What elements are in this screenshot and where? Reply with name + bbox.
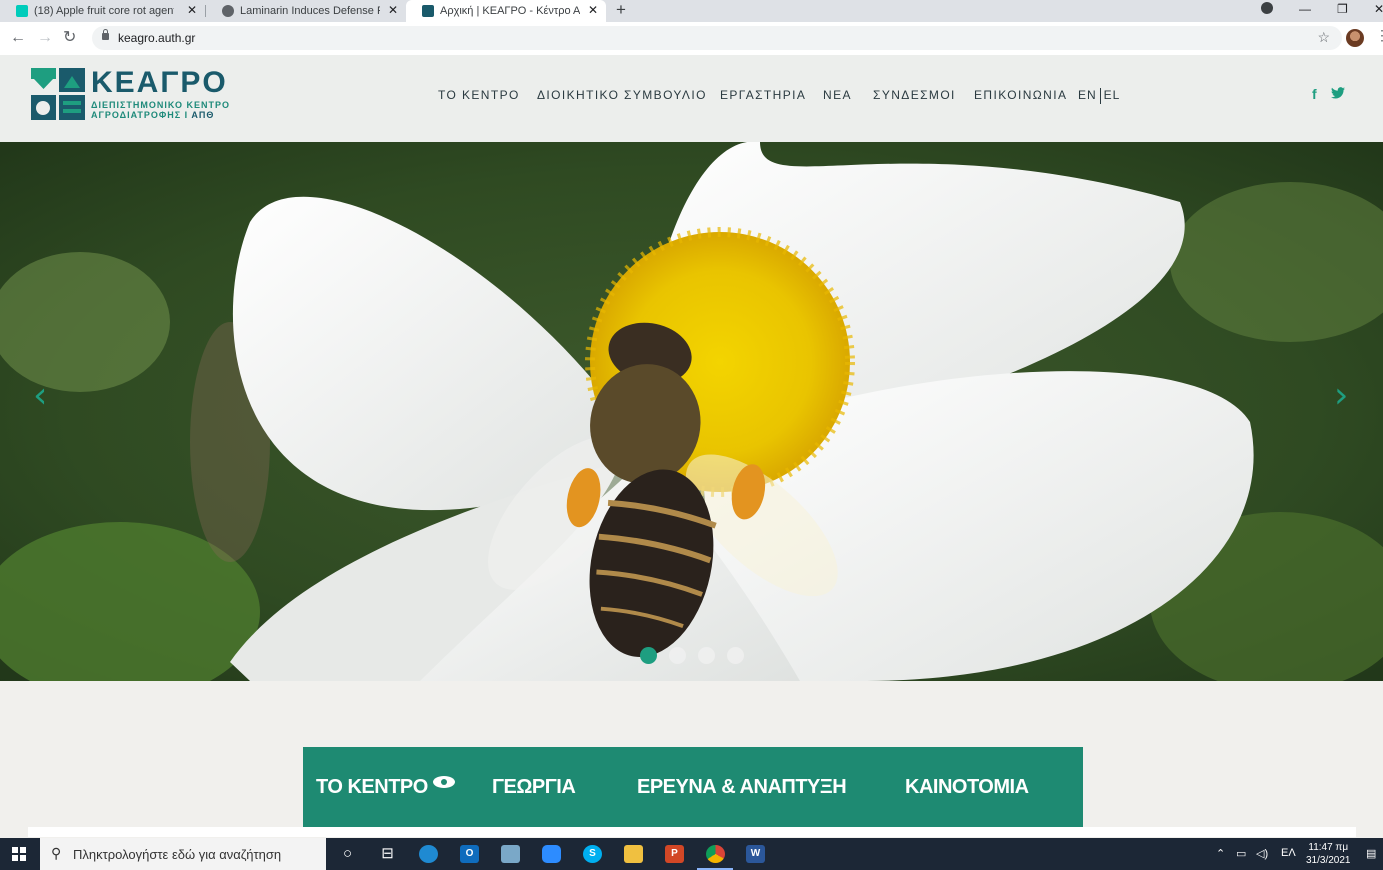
content-panel-top bbox=[28, 827, 1356, 837]
avatar[interactable] bbox=[1346, 29, 1364, 47]
carousel-next-arrow-icon[interactable]: › bbox=[1334, 376, 1348, 416]
nav-item-links[interactable]: ΣΥΝΔΕΣΜΟΙ bbox=[873, 88, 956, 102]
band-item-research[interactable]: ΕΡΕΥΝΑ & ΑΝΑΠΤΥΞΗ bbox=[637, 776, 847, 799]
researchgate-icon bbox=[16, 5, 28, 17]
zoom-icon[interactable] bbox=[542, 845, 561, 863]
close-tab-icon[interactable]: ✕ bbox=[588, 3, 598, 17]
tab-title: Laminarin Induces Defense Resp bbox=[240, 5, 380, 17]
profile-menu-icon[interactable] bbox=[1261, 2, 1273, 14]
edge-icon[interactable] bbox=[419, 845, 438, 863]
word-icon[interactable]: W bbox=[746, 845, 765, 863]
keagro-logo-mark-icon bbox=[31, 68, 85, 120]
task-view-icon[interactable]: ⊟ bbox=[378, 845, 397, 863]
chrome-icon[interactable] bbox=[706, 845, 725, 863]
new-tab-button[interactable]: + bbox=[616, 0, 626, 20]
url-text[interactable]: keagro.auth.gr bbox=[118, 31, 195, 45]
skype-icon[interactable]: S bbox=[583, 845, 602, 863]
network-icon[interactable]: ▭ bbox=[1236, 847, 1246, 860]
logo-title: ΚΕΑΓΡΟ bbox=[91, 66, 228, 99]
lock-icon bbox=[102, 29, 109, 40]
clock-date: 31/3/2021 bbox=[1306, 855, 1351, 866]
powerpoint-icon[interactable]: P bbox=[665, 845, 684, 863]
tab-title: (18) Apple fruit core rot agents in bbox=[34, 5, 174, 17]
close-tab-icon[interactable]: ✕ bbox=[187, 3, 197, 17]
nav-item-center[interactable]: ΤΟ ΚΕΝΤΡΟ bbox=[438, 88, 520, 102]
hero-image-flower-bee bbox=[0, 142, 1383, 681]
nav-item-labs[interactable]: ΕΡΓΑΣΤΗΡΙΑ bbox=[720, 88, 806, 102]
eye-icon[interactable] bbox=[433, 776, 455, 788]
address-bar[interactable]: keagro.auth.gr ☆ bbox=[92, 26, 1342, 50]
taskbar-search-input[interactable]: ⚲ Πληκτρολογήστε εδώ για αναζήτηση bbox=[40, 838, 326, 870]
search-icon: ⚲ bbox=[51, 845, 62, 861]
site-header: ΚΕΑΓΡΟ ΔΙΕΠΙΣΤΗΜΟΝΙΚΟ ΚΕΝΤΡΟ ΑΓΡΟΔΙΑΤΡΟΦ… bbox=[0, 55, 1383, 142]
twitter-icon[interactable] bbox=[1331, 87, 1345, 99]
lang-divider bbox=[1099, 88, 1101, 104]
clock-time: 11:47 πμ bbox=[1308, 842, 1349, 853]
tab-title: Αρχική | ΚΕΑΓΡΟ - Κέντρο Αγροδ bbox=[440, 5, 580, 17]
language-switcher: EN EL bbox=[1078, 88, 1120, 104]
logo-subtitle: ΔΙΕΠΙΣΤΗΜΟΝΙΚΟ ΚΕΝΤΡΟ ΑΓΡΟΔΙΑΤΡΟΦΗΣ Ι ΑΠ… bbox=[91, 100, 230, 120]
carousel-dot-2[interactable] bbox=[669, 647, 686, 664]
snipping-icon[interactable] bbox=[501, 845, 520, 863]
reload-icon[interactable]: ↻ bbox=[63, 28, 76, 48]
restore-icon[interactable]: ❐ bbox=[1337, 0, 1348, 18]
close-tab-icon[interactable]: ✕ bbox=[388, 3, 398, 17]
taskbar-clock[interactable]: 11:47 πμ 31/3/2021 bbox=[1306, 841, 1351, 867]
tray-chevron-icon[interactable]: ⌃ bbox=[1216, 847, 1225, 860]
windows-start-icon[interactable] bbox=[12, 847, 26, 861]
facebook-icon[interactable]: f bbox=[1312, 86, 1317, 102]
carousel-indicators bbox=[640, 647, 744, 664]
nav-item-board[interactable]: ΔΙΟΙΚΗΤΙΚΟ ΣΥΜΒΟΥΛΙΟ bbox=[537, 88, 707, 102]
windows-taskbar: ⚲ Πληκτρολογήστε εδώ για αναζήτηση ○ ⊟ O… bbox=[0, 838, 1383, 870]
input-language-indicator[interactable]: ΕΛ bbox=[1281, 847, 1296, 859]
close-window-icon[interactable]: ✕ bbox=[1374, 0, 1383, 18]
carousel-prev-arrow-icon[interactable]: ‹ bbox=[33, 376, 47, 416]
logo-subtitle-line1: ΔΙΕΠΙΣΤΗΜΟΝΙΚΟ ΚΕΝΤΡΟ bbox=[91, 100, 230, 110]
browser-tab-2[interactable]: Laminarin Induces Defense Resp ✕ bbox=[206, 0, 406, 22]
minimize-icon[interactable]: — bbox=[1299, 0, 1311, 18]
logo-subtitle-auth: ΑΠΘ bbox=[191, 110, 215, 120]
band-item-agriculture[interactable]: ΓΕΩΡΓΙΑ bbox=[492, 776, 576, 799]
band-item-innovation[interactable]: ΚΑΙΝΟΤΟΜΙΑ bbox=[905, 776, 1029, 799]
browser-menu-icon[interactable]: ⋮ bbox=[1375, 27, 1383, 44]
nav-item-contact[interactable]: ΕΠΙΚΟΙΝΩΝΙΑ bbox=[974, 88, 1067, 102]
browser-tab-3-active[interactable]: Αρχική | ΚΕΑΓΡΟ - Κέντρο Αγροδ ✕ bbox=[406, 0, 606, 22]
lang-el-link[interactable]: EL bbox=[1104, 88, 1121, 102]
outlook-icon[interactable]: O bbox=[460, 845, 479, 863]
forward-icon[interactable]: → bbox=[37, 28, 53, 48]
notification-center-icon[interactable]: ▤ bbox=[1366, 847, 1376, 860]
cortana-icon[interactable]: ○ bbox=[338, 845, 357, 863]
globe-icon bbox=[222, 5, 234, 17]
lang-en-link[interactable]: EN bbox=[1078, 88, 1097, 102]
hero-carousel: ‹ › bbox=[0, 142, 1383, 681]
logo-subtitle-line2: ΑΓΡΟΔΙΑΤΡΟΦΗΣ Ι bbox=[91, 110, 189, 120]
carousel-dot-1[interactable] bbox=[640, 647, 657, 664]
nav-item-news[interactable]: ΝΕΑ bbox=[823, 88, 852, 102]
section-menu-band: ΤΟ ΚΕΝΤΡΟ ΓΕΩΡΓΙΑ ΕΡΕΥΝΑ & ΑΝΑΠΤΥΞΗ ΚΑΙΝ… bbox=[303, 747, 1083, 827]
band-item-center[interactable]: ΤΟ ΚΕΝΤΡΟ bbox=[316, 776, 428, 799]
bookmark-star-icon[interactable]: ☆ bbox=[1317, 29, 1330, 46]
search-placeholder: Πληκτρολογήστε εδώ για αναζήτηση bbox=[73, 847, 282, 862]
back-icon[interactable]: ← bbox=[10, 28, 26, 48]
keagro-favicon-icon bbox=[422, 5, 434, 17]
volume-icon[interactable]: ◁) bbox=[1256, 847, 1268, 860]
carousel-dot-3[interactable] bbox=[698, 647, 715, 664]
browser-tab-1[interactable]: (18) Apple fruit core rot agents in ✕ bbox=[0, 0, 205, 22]
site-logo[interactable]: ΚΕΑΓΡΟ ΔΙΕΠΙΣΤΗΜΟΝΙΚΟ ΚΕΝΤΡΟ ΑΓΡΟΔΙΑΤΡΟΦ… bbox=[31, 66, 251, 124]
carousel-dot-4[interactable] bbox=[727, 647, 744, 664]
file-explorer-icon[interactable] bbox=[624, 845, 643, 863]
browser-toolbar: ← → ↻ keagro.auth.gr ☆ bbox=[0, 22, 1383, 55]
browser-tab-strip: (18) Apple fruit core rot agents in ✕ La… bbox=[0, 0, 1383, 22]
